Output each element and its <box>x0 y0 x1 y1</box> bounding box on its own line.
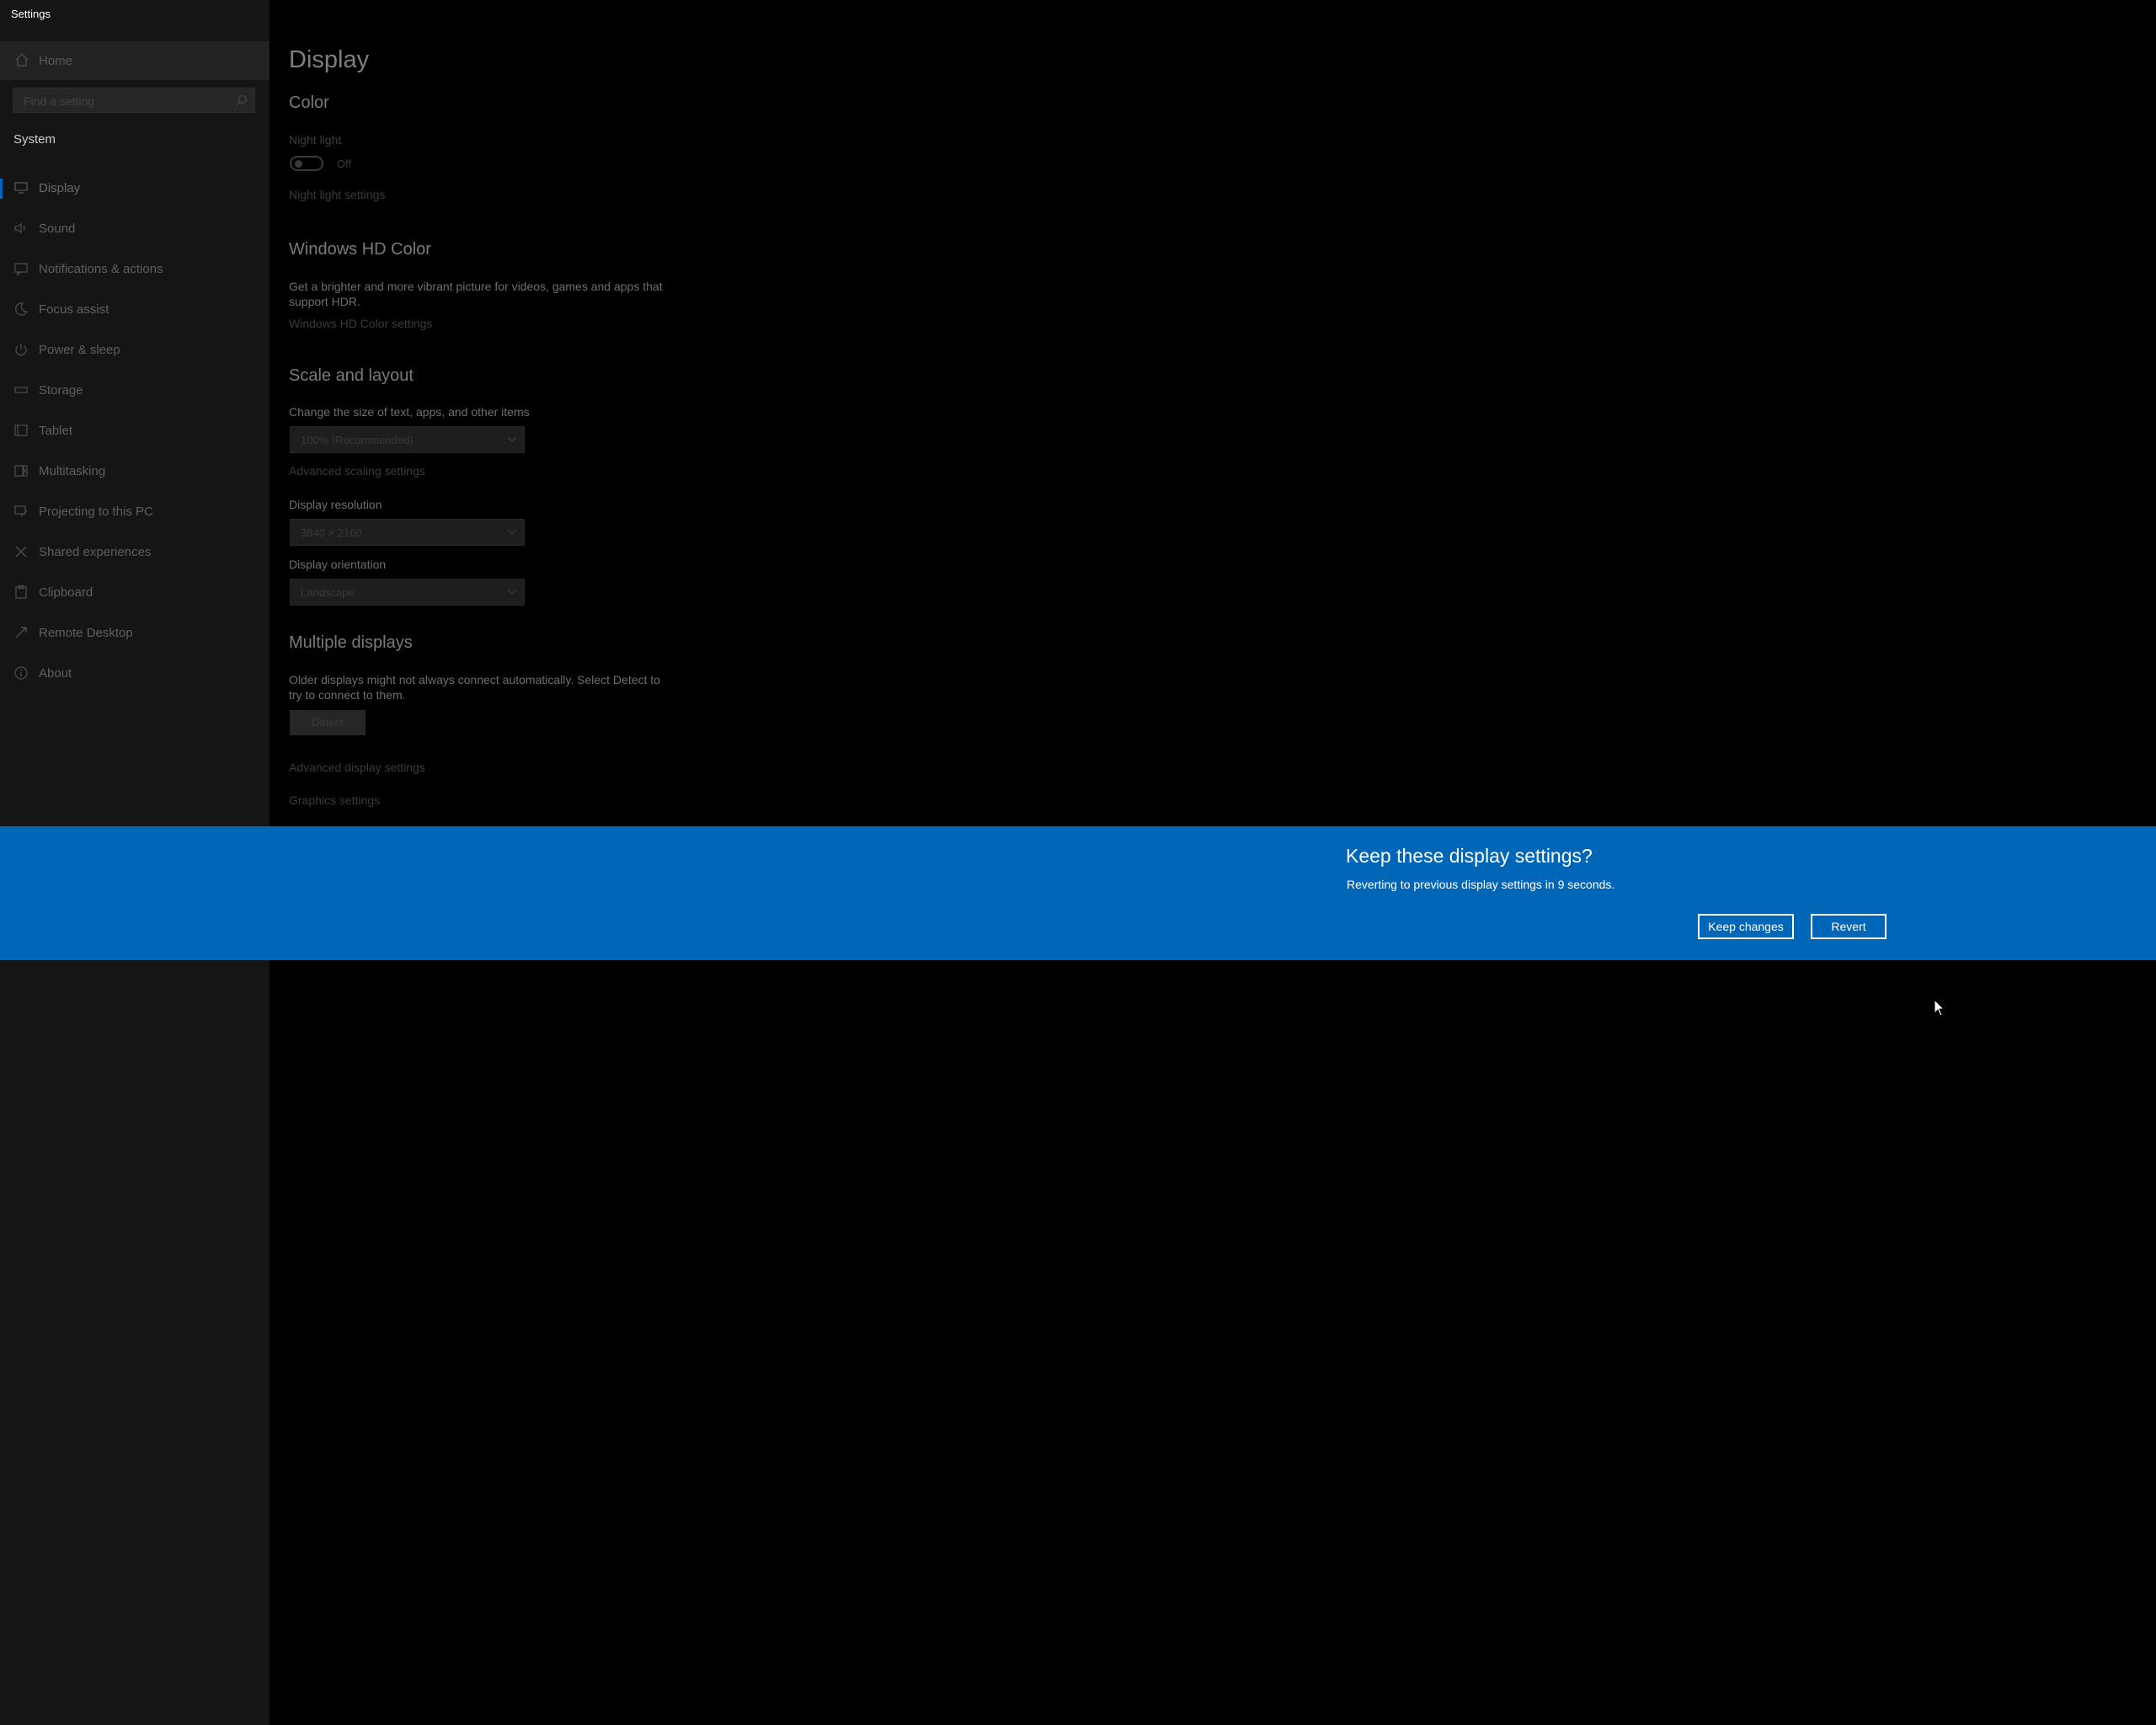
scale-dropdown[interactable]: 100% (Recommended) <box>290 426 525 453</box>
revert-button[interactable]: Revert <box>1811 914 1886 939</box>
sidebar-item-focus-assist[interactable]: Focus assist <box>0 290 270 330</box>
monitor-icon <box>13 180 29 195</box>
speaker-icon <box>13 221 29 236</box>
sidebar-item-label: Multitasking <box>39 464 106 478</box>
sidebar-item-label: Notifications & actions <box>39 262 163 276</box>
home-label: Home <box>39 54 73 68</box>
multitasking-icon <box>13 463 29 478</box>
sidebar-item-label: Storage <box>39 383 83 398</box>
sidebar-item-multitasking[interactable]: Multitasking <box>0 451 270 492</box>
scale-value: 100% (Recommended) <box>301 434 414 446</box>
app-title: Settings <box>11 8 51 20</box>
orientation-value: Landscape <box>301 586 355 599</box>
orientation-label: Display orientation <box>289 558 387 571</box>
sidebar-item-label: Shared experiences <box>39 545 152 559</box>
keep-changes-button[interactable]: Keep changes <box>1698 914 1794 939</box>
sidebar-item-label: Sound <box>39 222 76 236</box>
banner-title: Keep these display settings? <box>1346 845 1593 867</box>
sidebar-item-storage[interactable]: Storage <box>0 371 270 411</box>
size-label: Change the size of text, apps, and other… <box>289 405 530 419</box>
night-light-label: Night light <box>289 133 342 147</box>
sidebar-item-label: Projecting to this PC <box>39 505 153 519</box>
clipboard-icon <box>13 585 29 600</box>
advanced-display-settings-link[interactable]: Advanced display settings <box>289 761 425 774</box>
banner-countdown: Reverting to previous display settings i… <box>1347 878 1615 891</box>
multiple-displays-description: Older displays might not always connect … <box>289 673 660 702</box>
advanced-scaling-link[interactable]: Advanced scaling settings <box>289 464 425 478</box>
color-heading: Color <box>289 93 329 112</box>
sidebar-item-clipboard[interactable]: Clipboard <box>0 573 270 613</box>
sidebar-item-shared-experiences[interactable]: Shared experiences <box>0 532 270 573</box>
detect-button[interactable]: Detect <box>290 710 366 735</box>
sidebar-item-label: Display <box>39 181 81 195</box>
power-icon <box>13 342 29 357</box>
sidebar-item-label: Power & sleep <box>39 343 120 357</box>
section-label-system: System <box>13 132 56 147</box>
multiple-displays-heading: Multiple displays <box>289 633 413 652</box>
moon-icon <box>13 302 29 317</box>
search-input[interactable]: Find a setting <box>13 88 255 113</box>
sidebar-item-label: Remote Desktop <box>39 626 133 640</box>
hdr-description: Get a brighter and more vibrant picture … <box>289 280 663 308</box>
notification-icon <box>13 261 29 276</box>
sidebar-item-label: Tablet <box>39 424 73 438</box>
sidebar-item-projecting[interactable]: Projecting to this PC <box>0 492 270 532</box>
sidebar-item-label: Clipboard <box>39 585 93 600</box>
resolution-dropdown[interactable]: 3840 × 2160 <box>290 519 525 546</box>
sidebar-item-label: About <box>39 666 72 681</box>
night-light-toggle[interactable] <box>290 156 323 171</box>
storage-icon <box>13 382 29 398</box>
remote-desktop-icon <box>13 625 29 640</box>
scale-heading: Scale and layout <box>289 366 414 385</box>
page-title: Display <box>289 46 370 73</box>
graphics-settings-link[interactable]: Graphics settings <box>289 793 380 807</box>
resolution-label: Display resolution <box>289 498 382 511</box>
search-placeholder: Find a setting <box>24 94 95 108</box>
keep-settings-banner <box>0 826 2156 960</box>
toggle-knob <box>295 160 302 168</box>
tablet-icon <box>13 423 29 438</box>
shared-icon <box>13 544 29 559</box>
chevron-down-icon <box>507 436 517 443</box>
home-nav-item[interactable]: Home <box>0 41 270 80</box>
mouse-cursor-icon <box>1934 999 1945 1017</box>
hdr-settings-link[interactable]: Windows HD Color settings <box>289 317 432 330</box>
night-light-state: Off <box>337 158 352 170</box>
active-indicator <box>0 179 3 199</box>
sidebar-item-sound[interactable]: Sound <box>0 209 270 249</box>
chevron-down-icon <box>507 589 517 595</box>
sidebar-item-notifications[interactable]: Notifications & actions <box>0 249 270 290</box>
hdr-heading: Windows HD Color <box>289 240 431 259</box>
night-light-settings-link[interactable]: Night light settings <box>289 188 385 201</box>
sidebar-item-power-sleep[interactable]: Power & sleep <box>0 330 270 371</box>
orientation-dropdown[interactable]: Landscape <box>290 579 525 606</box>
chevron-down-icon <box>507 529 517 536</box>
home-icon <box>14 52 29 67</box>
projector-icon <box>13 504 29 519</box>
resolution-value: 3840 × 2160 <box>301 526 362 539</box>
sidebar-item-label: Focus assist <box>39 302 109 317</box>
sidebar-item-tablet[interactable]: Tablet <box>0 411 270 451</box>
search-icon[interactable] <box>236 94 248 106</box>
sidebar-item-about[interactable]: About <box>0 654 270 694</box>
sidebar-item-remote-desktop[interactable]: Remote Desktop <box>0 613 270 654</box>
info-icon <box>13 665 29 681</box>
sidebar-item-display[interactable]: Display <box>0 168 270 209</box>
